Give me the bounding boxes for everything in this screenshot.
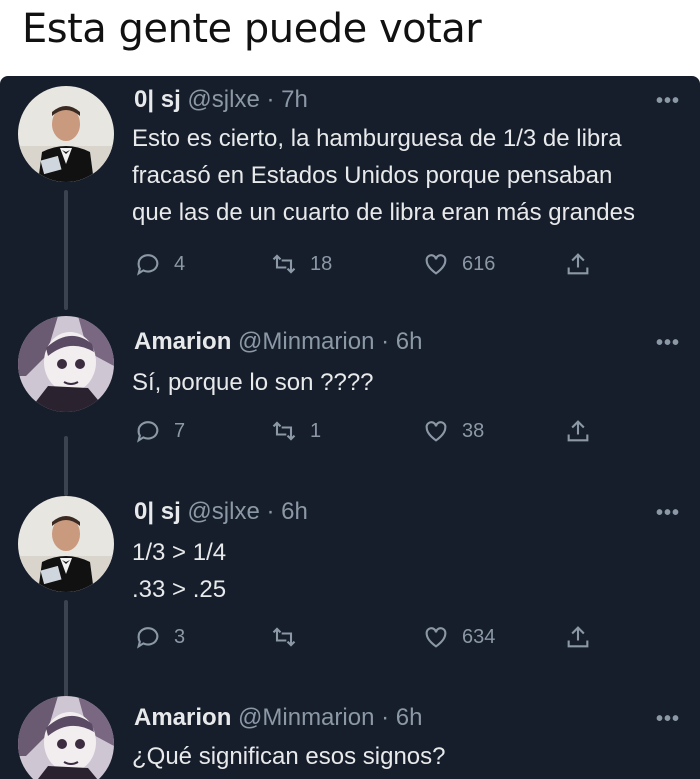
thread-connector: [64, 190, 68, 310]
timestamp[interactable]: 6h: [396, 328, 423, 355]
heart-icon: [425, 254, 447, 275]
heart-icon: [425, 421, 447, 442]
tweet[interactable]: 0| sj @sjlxe · 6h ••• 1/3 > 1/4 .33 > .2…: [0, 436, 700, 720]
display-name[interactable]: 0| sj: [134, 498, 181, 525]
tweet-actions: 7 1 38: [134, 416, 614, 446]
tweet-text-line: Esto es cierto, la hamburguesa de 1/3 de…: [132, 125, 622, 152]
separator-dot: ·: [374, 704, 396, 731]
like-count: 616: [462, 252, 496, 275]
thread-connector: [64, 436, 68, 496]
avatar[interactable]: [18, 316, 114, 412]
tweet[interactable]: Amarion @Minmarion · 6h ••• Sí, porque l…: [0, 316, 700, 456]
tweet-actions: 4 18 616: [134, 249, 614, 279]
tweet-text-line: que las de un cuarto de libra eran más g…: [132, 199, 635, 226]
reply-count: 7: [174, 419, 186, 442]
tweet-header: 0| sj @sjlxe · 7h: [134, 86, 308, 114]
reply-button[interactable]: 3: [134, 622, 185, 652]
user-handle[interactable]: @sjlxe: [187, 498, 259, 525]
more-icon[interactable]: •••: [656, 708, 680, 731]
reply-count: 4: [174, 252, 186, 275]
tweet-thread: 0| sj @sjlxe · 7h ••• Esto es cierto, la…: [0, 76, 700, 779]
tweet-text: 1/3 > 1/4 .33 > .25: [132, 534, 226, 608]
share-icon: [567, 253, 589, 275]
timestamp[interactable]: 6h: [281, 498, 308, 525]
retweet-button[interactable]: [270, 622, 310, 652]
more-icon[interactable]: •••: [656, 332, 680, 355]
display-name[interactable]: Amarion: [134, 328, 231, 355]
retweet-count: 1: [310, 419, 322, 442]
retweet-icon: [272, 627, 296, 647]
tweet-text-line: ¿Qué significan esos signos?: [132, 743, 446, 770]
tweet-text: ¿Qué significan esos signos?: [132, 738, 446, 775]
reply-icon: [137, 254, 159, 276]
tweet-text-line: 1/3 > 1/4: [132, 539, 227, 566]
more-icon[interactable]: •••: [656, 90, 680, 113]
more-icon[interactable]: •••: [656, 502, 680, 525]
tweet[interactable]: 0| sj @sjlxe · 7h ••• Esto es cierto, la…: [0, 76, 700, 310]
timestamp[interactable]: 6h: [396, 704, 423, 731]
tweet-header: 0| sj @sjlxe · 6h: [134, 498, 308, 526]
tweet[interactable]: Amarion @Minmarion · 6h ••• ¿Qué signifi…: [0, 696, 700, 779]
share-button[interactable]: [564, 249, 604, 279]
tweet-header: Amarion @Minmarion · 6h: [134, 704, 422, 732]
reply-button[interactable]: 7: [134, 416, 185, 446]
separator-dot: ·: [259, 498, 282, 525]
tweet-text-line: Sí, porque lo son ????: [132, 369, 374, 396]
heart-icon: [425, 627, 447, 648]
reply-count: 3: [174, 625, 186, 648]
tweet-text: Esto es cierto, la hamburguesa de 1/3 de…: [132, 120, 635, 231]
timestamp[interactable]: 7h: [281, 86, 308, 113]
tweet-actions: 3 634: [134, 622, 614, 652]
reply-icon: [137, 627, 159, 649]
user-handle[interactable]: @Minmarion: [238, 704, 374, 731]
retweet-icon: [272, 254, 296, 274]
retweet-count: 18: [310, 252, 333, 275]
like-button[interactable]: 634: [422, 622, 495, 652]
separator-dot: ·: [259, 86, 282, 113]
retweet-icon: [272, 421, 296, 441]
meme-caption: Esta gente puede votar: [22, 6, 482, 52]
user-handle[interactable]: @sjlxe: [187, 86, 259, 113]
avatar[interactable]: [18, 86, 114, 182]
reply-icon: [137, 421, 159, 443]
like-count: 38: [462, 419, 485, 442]
display-name[interactable]: 0| sj: [134, 86, 181, 113]
share-button[interactable]: [564, 416, 604, 446]
retweet-button[interactable]: 18: [270, 249, 332, 279]
share-icon: [567, 420, 589, 442]
like-count: 634: [462, 625, 496, 648]
user-handle[interactable]: @Minmarion: [238, 328, 374, 355]
retweet-button[interactable]: 1: [270, 416, 321, 446]
avatar[interactable]: [18, 496, 114, 592]
like-button[interactable]: 38: [422, 416, 484, 446]
avatar[interactable]: [18, 696, 114, 779]
reply-button[interactable]: 4: [134, 249, 185, 279]
share-icon: [567, 626, 589, 648]
display-name[interactable]: Amarion: [134, 704, 231, 731]
tweet-text: Sí, porque lo son ????: [132, 364, 374, 401]
share-button[interactable]: [564, 622, 604, 652]
tweet-header: Amarion @Minmarion · 6h: [134, 328, 422, 356]
like-button[interactable]: 616: [422, 249, 495, 279]
tweet-text-line: .33 > .25: [132, 576, 227, 603]
separator-dot: ·: [374, 328, 396, 355]
tweet-text-line: fracasó en Estados Unidos porque pensaba…: [132, 162, 613, 189]
